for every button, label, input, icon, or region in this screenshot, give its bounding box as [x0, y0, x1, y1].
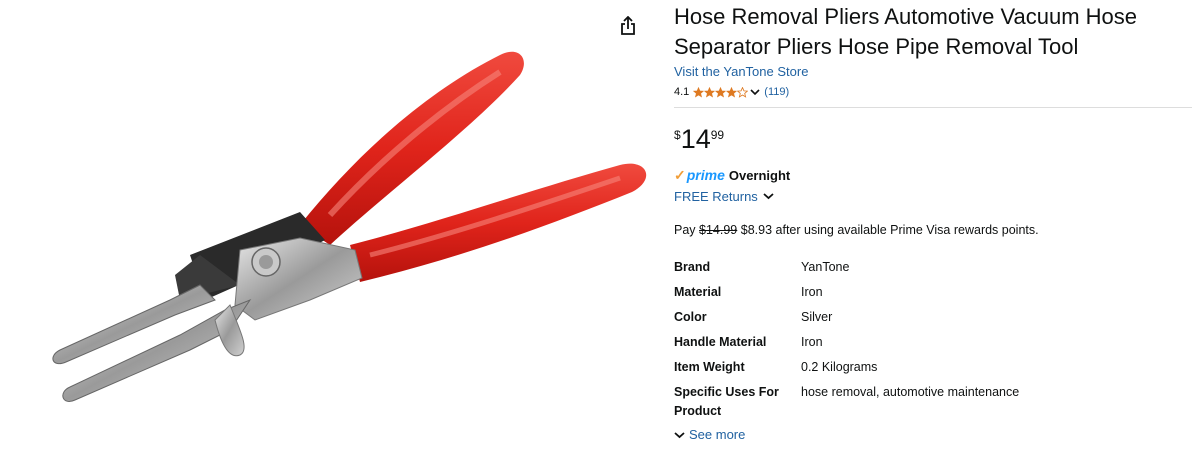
star-icon: [693, 86, 705, 97]
share-icon: [621, 16, 635, 35]
star-rating[interactable]: [693, 86, 749, 98]
product-image[interactable]: [0, 0, 660, 460]
hose-pliers-image: [52, 51, 647, 402]
star-outline-icon: [737, 86, 749, 98]
store-link[interactable]: Visit the YanTone Store: [674, 64, 1194, 79]
spec-value: Iron: [801, 285, 823, 299]
visa-discounted-price: $8.93: [740, 223, 773, 237]
spec-row: Specific Uses For Product hose removal, …: [674, 383, 1194, 421]
spec-key: Material: [674, 285, 722, 299]
price-symbol: $: [674, 128, 681, 142]
spec-key: Color: [674, 310, 707, 324]
spec-value: 0.2 Kilograms: [801, 360, 878, 374]
star-icon: [704, 86, 716, 97]
chevron-down-icon[interactable]: [750, 88, 760, 96]
spec-row: Material Iron: [674, 283, 1194, 302]
price: $ 14 99: [674, 125, 1194, 155]
spec-key: Brand: [674, 260, 711, 274]
free-returns-link[interactable]: FREE Returns: [674, 188, 1194, 204]
price-whole: 14: [680, 124, 711, 154]
spec-key: Item Weight: [674, 360, 745, 374]
spec-value: Silver: [801, 310, 833, 324]
chevron-down-icon: [763, 193, 774, 200]
prime-visa-offer: Pay $14.99 $8.93 after using available P…: [674, 223, 1194, 239]
divider: [674, 107, 1192, 108]
prime-logo: prime: [686, 167, 725, 183]
visa-prefix: Pay: [674, 223, 696, 237]
prime-check-icon: ✓: [674, 166, 686, 183]
chevron-down-icon: [674, 431, 685, 438]
spec-row: Handle Material Iron: [674, 333, 1194, 352]
rating-row[interactable]: 4.1 (119): [674, 84, 1194, 100]
spec-key: Handle Material: [674, 335, 767, 349]
see-more-button[interactable]: See more: [674, 427, 1194, 442]
visa-suffix: after using available Prime Visa rewards…: [775, 223, 1039, 237]
see-more-label: See more: [689, 427, 746, 442]
review-count[interactable]: (119): [764, 86, 789, 98]
spec-row: Brand YanTone: [674, 258, 1194, 277]
prime-delivery-speed: Overnight: [728, 167, 791, 183]
rating-value: 4.1: [674, 86, 690, 98]
share-button[interactable]: [614, 12, 642, 40]
spec-row: Color Silver: [674, 308, 1194, 327]
star-icon: [726, 86, 738, 97]
price-fraction: 99: [710, 128, 725, 142]
spec-row: Item Weight 0.2 Kilograms: [674, 358, 1194, 377]
visa-original-price: $14.99: [699, 223, 738, 237]
free-returns-label: FREE Returns: [674, 188, 758, 204]
star-icon: [715, 86, 727, 97]
product-title: Hose Removal Pliers Automotive Vacuum Ho…: [674, 4, 1138, 59]
spec-value: Iron: [801, 335, 823, 349]
spec-value: YanTone: [801, 260, 850, 274]
spec-value: hose removal, automotive maintenance: [801, 385, 1020, 399]
product-specs: Brand YanTone Material Iron Color Silver…: [674, 258, 1194, 421]
prime-delivery: ✓ prime Overnight: [674, 166, 1194, 184]
spec-key: Specific Uses For Product: [674, 385, 779, 418]
product-info-panel: Hose Removal Pliers Automotive Vacuum Ho…: [674, 0, 1194, 442]
